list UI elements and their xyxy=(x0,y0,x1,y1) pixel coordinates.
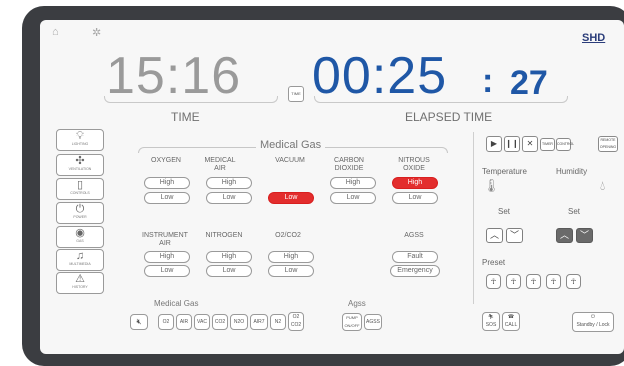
gas-icon: ◉ xyxy=(75,227,85,239)
footer-gas-vac[interactable]: VAC xyxy=(194,314,210,330)
nitrous-oxide-low: Low xyxy=(392,192,438,204)
gas-nitrous-oxide-label: NITROUS OXIDE xyxy=(398,157,430,172)
footer-gas-n2o[interactable]: N2O xyxy=(230,314,248,330)
time-mode-button[interactable]: TIME xyxy=(288,86,304,102)
gas-vacuum-label: VACUUM xyxy=(275,157,305,164)
footer-gas-n2[interactable]: N2 xyxy=(270,314,286,330)
nitrogen-high: High xyxy=(206,251,252,263)
vacuum-low-alarm: Low xyxy=(268,192,314,204)
oxygen-high: High xyxy=(144,177,190,189)
pause-icon[interactable]: ❙❙ xyxy=(504,136,520,152)
medical-air-high: High xyxy=(206,177,252,189)
elapsed-time-display[interactable]: 00:25 xyxy=(312,50,447,102)
control-button[interactable]: CONTROL xyxy=(556,138,574,151)
power-icon: ⏻ xyxy=(591,314,595,320)
medical-gas-title: Medical Gas xyxy=(256,139,326,151)
preset-5-button[interactable]: ☥ xyxy=(566,274,581,289)
preset-label: Preset xyxy=(482,258,506,267)
sos-button[interactable]: 🏃︎ SOS xyxy=(482,312,500,331)
gas-nitrogen-label: NITROGEN xyxy=(205,232,243,239)
instrument-air-low: Low xyxy=(144,265,190,277)
footer-agss-label: Agss xyxy=(348,299,366,308)
music-icon: ♫ xyxy=(75,250,85,262)
gas-instrument-air-label: INSTRUMENT AIR xyxy=(142,232,188,247)
time-display: 15:16 xyxy=(106,47,242,105)
standby-lock-button[interactable]: ⏻ Standby / Lock xyxy=(572,312,614,332)
humidity-drop-icon: 💧︎ xyxy=(600,178,606,193)
remote-opening-button[interactable]: REMOTE OPENING xyxy=(598,136,618,152)
fan-icon: ✣ xyxy=(75,155,85,167)
gas-medical-air-label: MEDICAL AIR xyxy=(204,157,236,172)
right-panel-divider xyxy=(473,132,474,304)
time-underline xyxy=(104,96,278,103)
nav-gas[interactable]: ◉ GAS xyxy=(56,226,104,248)
carbon-dioxide-low: Low xyxy=(330,192,376,204)
temperature-label: Temperature xyxy=(482,167,527,176)
preset-4-button[interactable]: ☥ xyxy=(546,274,561,289)
o2co2-high: High xyxy=(268,251,314,263)
gas-agss-label: AGSS xyxy=(404,232,424,239)
nav-ventilation[interactable]: ✣ VENTILATION xyxy=(56,154,104,176)
bulb-icon: 💡︎ xyxy=(76,130,84,142)
humidity-down-button[interactable]: ﹀ xyxy=(576,228,593,243)
preset-1-button[interactable]: ☥ xyxy=(486,274,501,289)
touch-screen: ⌂ ✲ SHD 15:16 TIME TIME 00:25 : 27 ELAPS… xyxy=(40,20,624,354)
mute-icon[interactable]: 🔇︎ xyxy=(130,314,148,330)
nitrous-oxide-high-alarm: High xyxy=(392,177,438,189)
gear-icon[interactable]: ✲ xyxy=(92,26,101,39)
gas-carbon-dioxide-label: CARBON DIOXIDE xyxy=(334,157,364,172)
nitrogen-low: Low xyxy=(206,265,252,277)
time-caption: TIME xyxy=(171,110,200,124)
preset-2-button[interactable]: ☥ xyxy=(506,274,521,289)
humidity-label: Humidity xyxy=(556,167,588,176)
nav-multimedia[interactable]: ♫ MULTIMEDIA xyxy=(56,249,104,271)
thermometer-icon: 🌡︎ xyxy=(483,178,500,193)
instrument-air-high: High xyxy=(144,251,190,263)
nav-lighting[interactable]: 💡︎ LIGHTING xyxy=(56,129,104,151)
footer-agss-button[interactable]: AGSS xyxy=(364,314,382,330)
temperature-up-button[interactable]: ︿ xyxy=(486,228,503,243)
footer-medical-gas-label: Medical Gas xyxy=(154,299,199,308)
elapsed-seconds: 27 xyxy=(510,64,548,102)
o2co2-low: Low xyxy=(268,265,314,277)
footer-gas-o2[interactable]: O2 xyxy=(158,314,174,330)
temperature-set-label: Set xyxy=(498,207,511,216)
timer-button[interactable]: TIMER xyxy=(540,138,555,151)
home-icon[interactable]: ⌂ xyxy=(52,26,59,38)
gas-o2co2-label: O2/CO2 xyxy=(275,232,301,239)
agss-fault: Fault xyxy=(392,251,438,263)
elapsed-separator: : xyxy=(482,62,494,100)
footer-pump-button[interactable]: PUMP ON/OFF xyxy=(342,313,362,331)
footer-gas-air7[interactable]: AIR7 xyxy=(250,314,268,330)
shd-logo: SHD xyxy=(582,32,606,44)
close-icon[interactable]: ✕ xyxy=(522,136,538,152)
footer-gas-air[interactable]: AIR xyxy=(176,314,192,330)
call-button[interactable]: ☎ CALL xyxy=(502,312,520,331)
footer-gas-o2co2[interactable]: O2 CO2 xyxy=(288,312,304,331)
preset-3-button[interactable]: ☥ xyxy=(526,274,541,289)
runner-icon: 🏃︎ xyxy=(487,314,495,320)
footer-gas-co2[interactable]: CO2 xyxy=(212,314,228,330)
door-icon: ▯ xyxy=(76,179,84,191)
agss-emergency: Emergency xyxy=(390,265,440,277)
play-icon[interactable]: ▶ xyxy=(486,136,502,152)
oxygen-low: Low xyxy=(144,192,190,204)
warning-icon: ⚠ xyxy=(75,273,85,285)
nav-history[interactable]: ⚠ HISTORY xyxy=(56,272,104,294)
humidity-set-label: Set xyxy=(568,207,581,216)
humidity-up-button[interactable]: ︿ xyxy=(556,228,573,243)
gas-oxygen-label: OXYGEN xyxy=(151,157,181,164)
medical-air-low: Low xyxy=(206,192,252,204)
nav-power[interactable]: ⏻ POWER xyxy=(56,202,104,224)
plug-icon: ⏻ xyxy=(75,203,85,215)
elapsed-caption: ELAPSED TIME xyxy=(405,110,493,124)
phone-icon: ☎ xyxy=(507,314,515,320)
nav-controls[interactable]: ▯ CONTROLS xyxy=(56,178,104,200)
temperature-down-button[interactable]: ﹀ xyxy=(506,228,523,243)
elapsed-underline xyxy=(314,96,568,103)
carbon-dioxide-high: High xyxy=(330,177,376,189)
